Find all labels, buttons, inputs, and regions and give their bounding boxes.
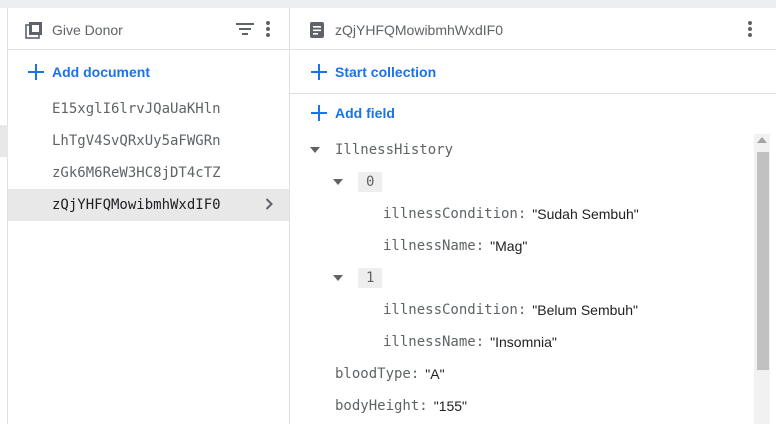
document-list: E15xglI6lrvJQaUaKHln LhTgV4SvQRxUy5aFWGR…: [8, 93, 289, 221]
collection-panel: Give Donor Add document E15xglI6lrvJQaUa…: [8, 8, 290, 424]
document-id: zQjYHFQMowibmhWxdIF0: [52, 197, 221, 213]
previous-column-edge: [0, 8, 8, 424]
field-key: illnessCondition:: [383, 302, 527, 318]
expand-triangle-icon[interactable]: [310, 147, 320, 153]
array-item-0[interactable]: 0: [333, 170, 383, 194]
field-value: "Belum Sembuh": [532, 302, 638, 318]
plus-icon: [311, 64, 327, 80]
field-key: bloodType:: [335, 366, 420, 382]
chevron-right-icon: [265, 198, 273, 214]
field-value: "Mag": [490, 238, 528, 254]
add-field-button[interactable]: Add field: [311, 105, 395, 121]
array-item-1[interactable]: 1: [333, 266, 383, 290]
add-document-button[interactable]: Add document: [28, 64, 150, 80]
document-title: zQjYHFQMowibmhWxdIF0: [335, 22, 504, 38]
vertical-scrollbar[interactable]: [754, 134, 770, 424]
field-tree: IllnessHistory 0 illnessCondition: "Suda…: [290, 134, 754, 424]
start-collection-label: Start collection: [335, 64, 437, 80]
document-id: LhTgV4SvQRxUy5aFWGRn: [52, 133, 221, 149]
document-id: zGk6M6ReW3HC8jDT4cTZ: [52, 165, 221, 181]
field-illness-condition[interactable]: illnessCondition: "Belum Sembuh": [383, 298, 638, 322]
start-collection-button[interactable]: Start collection: [311, 64, 436, 80]
array-index: 1: [358, 268, 383, 288]
field-value: "A": [425, 366, 445, 382]
top-strip: [0, 0, 776, 8]
document-item-selected[interactable]: zQjYHFQMowibmhWxdIF0: [8, 189, 289, 221]
field-value: "Insomnia": [490, 334, 557, 350]
document-item[interactable]: E15xglI6lrvJQaUaKHln: [8, 93, 289, 125]
field-key: illnessCondition:: [383, 206, 527, 222]
field-key: IllnessHistory: [335, 142, 454, 158]
field-body-height[interactable]: bodyHeight: "155": [335, 394, 467, 418]
field-illness-name[interactable]: illnessName: "Insomnia": [383, 330, 557, 354]
plus-icon: [311, 105, 327, 121]
array-index: 0: [358, 172, 383, 192]
add-field-label: Add field: [335, 105, 395, 121]
field-key: bodyHeight:: [335, 398, 428, 414]
document-icon: [310, 22, 324, 43]
add-document-label: Add document: [52, 64, 150, 80]
expand-triangle-icon[interactable]: [333, 179, 343, 185]
divider: [290, 93, 776, 94]
scrollbar-thumb[interactable]: [757, 152, 769, 370]
field-value: "155": [433, 398, 468, 414]
scroll-up-arrow-icon[interactable]: [757, 137, 767, 143]
field-illness-history[interactable]: IllnessHistory: [310, 138, 453, 162]
field-key: illnessName:: [383, 238, 485, 254]
document-item[interactable]: zGk6M6ReW3HC8jDT4cTZ: [8, 157, 289, 189]
field-value: "Sudah Sembuh": [532, 206, 639, 222]
field-illness-name[interactable]: illnessName: "Mag": [383, 234, 527, 258]
document-item[interactable]: LhTgV4SvQRxUy5aFWGRn: [8, 125, 289, 157]
plus-icon: [28, 64, 44, 80]
document-panel: zQjYHFQMowibmhWxdIF0 Start collection Ad…: [290, 8, 776, 424]
filter-icon[interactable]: [234, 19, 256, 39]
collection-icon: [25, 21, 43, 44]
field-key: illnessName:: [383, 334, 485, 350]
document-header: zQjYHFQMowibmhWxdIF0: [290, 8, 776, 50]
more-vert-icon[interactable]: [742, 18, 758, 40]
collection-title: Give Donor: [52, 22, 123, 38]
more-vert-icon[interactable]: [260, 18, 276, 40]
field-illness-condition[interactable]: illnessCondition: "Sudah Sembuh": [383, 202, 639, 226]
field-blood-type[interactable]: bloodType: "A": [335, 362, 445, 386]
document-id: E15xglI6lrvJQaUaKHln: [52, 101, 221, 117]
previous-column-selected-row[interactable]: [0, 125, 8, 157]
expand-triangle-icon[interactable]: [333, 275, 343, 281]
collection-header: Give Donor: [8, 8, 289, 50]
